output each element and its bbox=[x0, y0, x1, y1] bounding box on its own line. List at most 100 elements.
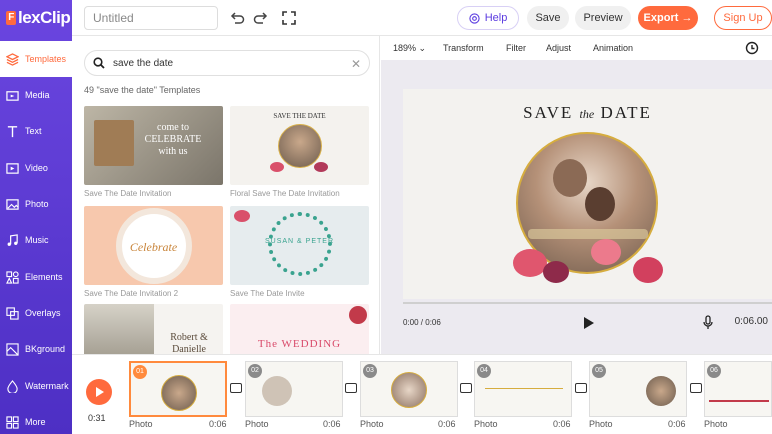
sidebar-item-bkground[interactable]: BKground bbox=[0, 331, 72, 367]
sidebar-item-watermark[interactable]: Watermark bbox=[0, 368, 72, 404]
zoom-select[interactable]: 189% ⌄ bbox=[393, 43, 426, 54]
timeline-scene[interactable]: 06 bbox=[704, 361, 772, 417]
microphone-icon[interactable] bbox=[703, 315, 713, 330]
template-card[interactable]: SAVE THE DATE Floral Save The Date Invit… bbox=[230, 106, 369, 198]
progress-bar[interactable] bbox=[403, 302, 772, 304]
template-card[interactable]: Celebrate Save The Date Invitation 2 bbox=[84, 206, 223, 298]
sidebar-item-text[interactable]: Text bbox=[0, 113, 72, 149]
help-icon bbox=[469, 12, 480, 24]
flower-shape bbox=[543, 261, 569, 283]
play-icon[interactable] bbox=[583, 316, 595, 330]
scene-duration: 0:06 bbox=[438, 419, 456, 429]
template-card[interactable]: Robert & Danielle bbox=[84, 304, 223, 354]
sidebar-item-media[interactable]: Media bbox=[0, 77, 72, 113]
sidebar-item-elements[interactable]: Elements bbox=[0, 259, 72, 295]
scene-number: 01 bbox=[133, 365, 147, 379]
transform-tool[interactable]: Transform bbox=[443, 43, 484, 53]
transition-icon[interactable] bbox=[460, 383, 472, 393]
timeline-scene[interactable]: 03 bbox=[360, 361, 458, 417]
undo-icon[interactable] bbox=[228, 9, 246, 27]
timeline-total-time: 0:31 bbox=[88, 413, 106, 423]
export-button[interactable]: Export → bbox=[638, 6, 698, 30]
thumbnail-text: SUSAN & PETER bbox=[264, 238, 334, 245]
scene-thumbnail bbox=[391, 372, 427, 408]
clock-icon[interactable] bbox=[745, 41, 759, 55]
help-button[interactable]: Help bbox=[457, 6, 519, 30]
template-caption: Save The Date Invitation bbox=[84, 189, 172, 198]
template-search-input[interactable]: save the date ✕ bbox=[84, 50, 370, 76]
redo-icon[interactable] bbox=[252, 9, 270, 27]
flower-shape bbox=[349, 306, 367, 324]
clear-search-icon[interactable]: ✕ bbox=[351, 57, 361, 71]
sidebar-item-video[interactable]: Video bbox=[0, 150, 72, 186]
transition-icon[interactable] bbox=[690, 383, 702, 393]
preview-button[interactable]: Preview bbox=[575, 6, 631, 30]
canvas-title-right: DATE bbox=[600, 103, 652, 122]
sidebar-item-photo[interactable]: Photo bbox=[0, 186, 72, 222]
timeline-scene[interactable]: 01 bbox=[129, 361, 227, 417]
background-icon bbox=[6, 342, 19, 356]
sidebar-item-label: Photo bbox=[25, 199, 49, 209]
sidebar-item-overlays[interactable]: Overlays bbox=[0, 295, 72, 331]
template-thumbnail: SAVE THE DATE bbox=[230, 106, 369, 185]
flower-shape bbox=[270, 162, 284, 172]
preview-canvas[interactable]: SAVE the DATE bbox=[403, 89, 772, 299]
time-total: 0:06.00 bbox=[734, 316, 768, 327]
scene-number: 03 bbox=[363, 364, 377, 378]
elements-icon bbox=[6, 270, 19, 284]
scene-thumbnail bbox=[161, 375, 197, 411]
sidebar-item-more[interactable]: More bbox=[0, 404, 72, 434]
sidebar: F lexClip Templates Media Text Video Pho… bbox=[0, 0, 72, 434]
flower-shape bbox=[591, 239, 621, 265]
save-button[interactable]: Save bbox=[527, 6, 569, 30]
flower-shape bbox=[513, 249, 547, 277]
flower-shape bbox=[633, 257, 663, 283]
thumbnail-text: Celebrate bbox=[129, 240, 178, 254]
scene-duration: 0:06 bbox=[668, 419, 686, 429]
timeline-scene[interactable]: 02 bbox=[245, 361, 343, 417]
transition-icon[interactable] bbox=[345, 383, 357, 393]
project-title-input[interactable]: Untitled bbox=[84, 6, 218, 30]
sidebar-item-music[interactable]: Music bbox=[0, 222, 72, 258]
logo-text: lexClip bbox=[18, 8, 71, 27]
template-card[interactable]: SUSAN & PETER Save The Date Invite bbox=[230, 206, 369, 298]
sidebar-item-templates[interactable]: Templates bbox=[0, 41, 72, 77]
template-thumbnail: Celebrate bbox=[84, 206, 223, 285]
scene-type: Photo bbox=[360, 419, 384, 429]
template-thumbnail: Robert & Danielle bbox=[84, 304, 223, 354]
transition-icon[interactable] bbox=[230, 383, 242, 393]
thumbnail-text: Robert & Danielle bbox=[170, 332, 208, 354]
logo[interactable]: F lexClip bbox=[0, 0, 72, 36]
template-thumbnail: The WEDDING bbox=[230, 304, 369, 354]
animation-tool[interactable]: Animation bbox=[593, 43, 633, 53]
video-icon bbox=[6, 162, 19, 174]
template-card[interactable]: The WEDDING bbox=[230, 304, 369, 354]
timeline-play-button[interactable] bbox=[86, 379, 112, 405]
top-bar: Untitled Help Save Preview Export → Sign… bbox=[72, 0, 772, 36]
sidebar-item-label: Watermark bbox=[25, 381, 69, 391]
sidebar-item-label: Templates bbox=[25, 54, 67, 64]
chevron-down-icon: ⌄ bbox=[418, 43, 427, 53]
template-thumbnail: come to CELEBRATE with us bbox=[84, 106, 223, 185]
timeline-scene[interactable]: 05 bbox=[589, 361, 687, 417]
overlays-icon bbox=[6, 306, 19, 320]
signup-button[interactable]: Sign Up bbox=[714, 6, 772, 30]
canvas-title-mid: the bbox=[579, 107, 595, 121]
thumbnail-text: SAVE THE DATE bbox=[273, 112, 326, 120]
filter-tool[interactable]: Filter bbox=[506, 43, 526, 53]
template-caption: Save The Date Invitation 2 bbox=[84, 289, 179, 298]
scene-duration: 0:06 bbox=[323, 419, 341, 429]
music-icon bbox=[7, 233, 18, 246]
template-card[interactable]: come to CELEBRATE with us Save The Date … bbox=[84, 106, 223, 198]
figure-head-shape bbox=[585, 187, 615, 221]
adjust-tool[interactable]: Adjust bbox=[546, 43, 571, 53]
help-label: Help bbox=[484, 12, 508, 24]
scene-number: 04 bbox=[477, 364, 491, 378]
fullscreen-icon[interactable] bbox=[280, 9, 298, 27]
transition-icon[interactable] bbox=[575, 383, 587, 393]
scene-thumbnail bbox=[709, 400, 769, 402]
sidebar-item-label: Overlays bbox=[25, 308, 61, 318]
timeline-scene[interactable]: 04 bbox=[474, 361, 572, 417]
scene-thumbnail bbox=[262, 376, 292, 406]
scene-thumbnail bbox=[485, 388, 563, 389]
